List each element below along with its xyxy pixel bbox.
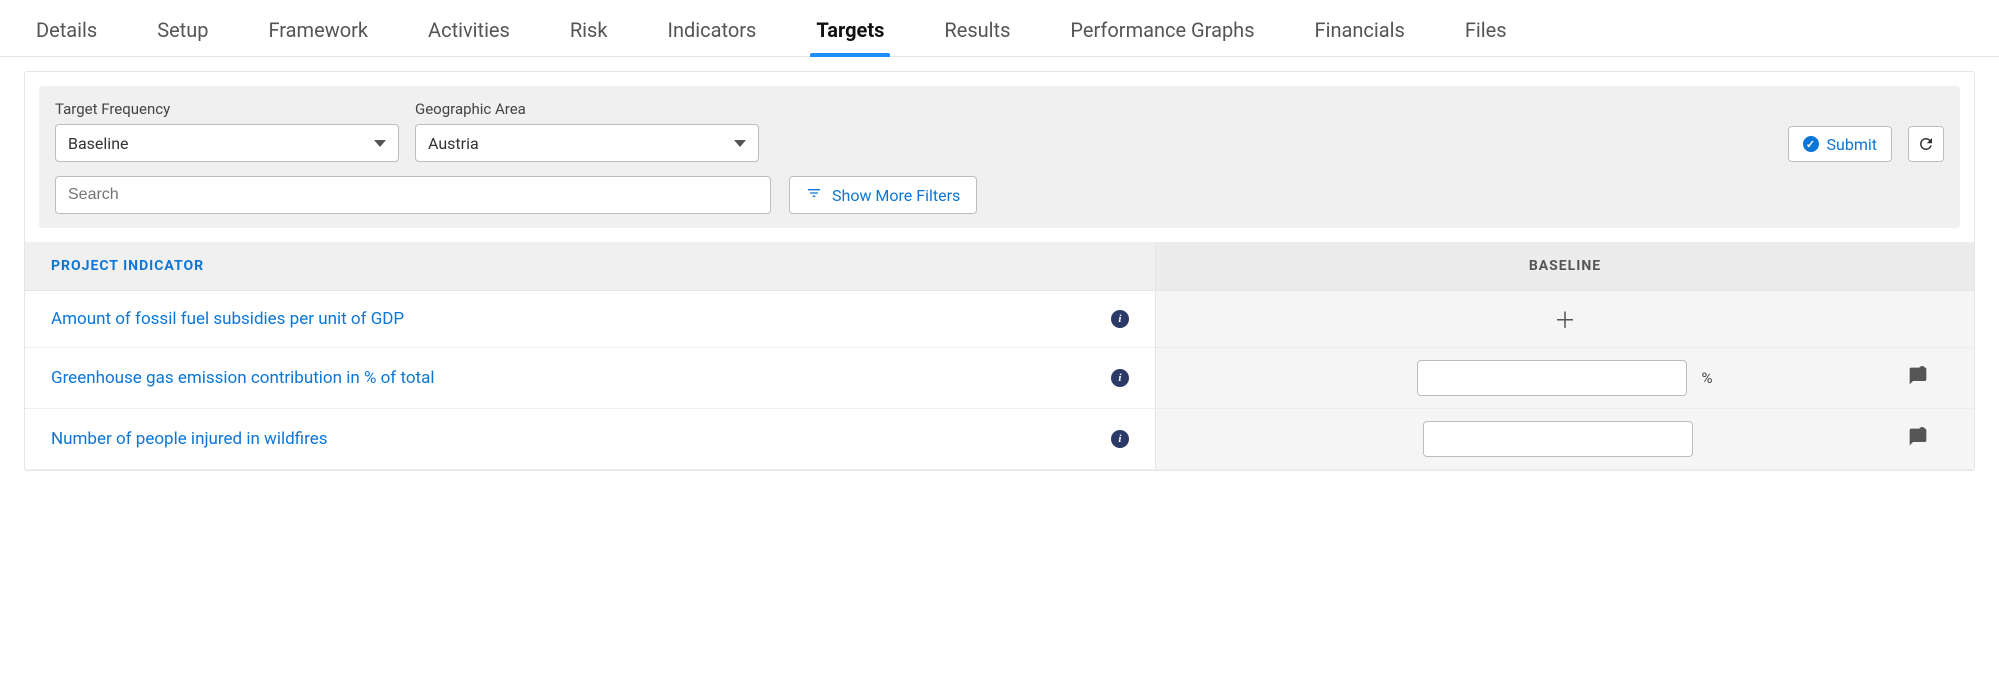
indicator-table: PROJECT INDICATOR BASELINE Amount of fos…	[25, 242, 1974, 470]
show-more-filters-label: Show More Filters	[832, 186, 960, 205]
geo-area-value: Austria	[428, 134, 479, 153]
search-input[interactable]	[55, 176, 771, 214]
show-more-filters-button[interactable]: Show More Filters	[789, 176, 977, 214]
tab-activities[interactable]: Activities	[422, 8, 516, 56]
tab-risk[interactable]: Risk	[564, 8, 614, 56]
refresh-button[interactable]	[1908, 126, 1944, 162]
column-header-indicator[interactable]: PROJECT INDICATOR	[25, 242, 1155, 291]
indicator-link[interactable]: Greenhouse gas emission contribution in …	[51, 368, 434, 388]
geo-area-select[interactable]: Austria	[415, 124, 759, 162]
tab-indicators[interactable]: Indicators	[662, 8, 763, 56]
baseline-value-input[interactable]	[1417, 360, 1687, 396]
table-row: Number of people injured in wildfires i	[25, 409, 1974, 470]
info-icon[interactable]: i	[1111, 369, 1129, 387]
tab-files[interactable]: Files	[1459, 8, 1513, 56]
info-icon[interactable]: i	[1111, 430, 1129, 448]
comment-icon[interactable]	[1908, 427, 1928, 451]
tab-performance-graphs[interactable]: Performance Graphs	[1064, 8, 1260, 56]
tab-framework[interactable]: Framework	[262, 8, 374, 56]
tab-targets[interactable]: Targets	[810, 8, 890, 56]
add-baseline-button[interactable]: ＋	[1554, 303, 1576, 335]
tab-financials[interactable]: Financials	[1309, 8, 1411, 56]
info-icon[interactable]: i	[1111, 310, 1129, 328]
submit-label: Submit	[1827, 135, 1877, 154]
comment-icon[interactable]	[1908, 366, 1928, 390]
target-frequency-label: Target Frequency	[55, 100, 399, 118]
column-header-baseline: BASELINE	[1155, 242, 1974, 291]
filter-icon	[806, 185, 822, 205]
refresh-icon	[1917, 135, 1935, 153]
check-circle-icon: ✓	[1803, 136, 1819, 152]
tab-details[interactable]: Details	[30, 8, 103, 56]
target-frequency-group: Target Frequency Baseline	[55, 100, 399, 162]
geo-area-label: Geographic Area	[415, 100, 759, 118]
baseline-value-input[interactable]	[1423, 421, 1693, 457]
table-row: Greenhouse gas emission contribution in …	[25, 348, 1974, 409]
targets-panel: Target Frequency Baseline Geographic Are…	[24, 71, 1975, 471]
geo-area-group: Geographic Area Austria	[415, 100, 759, 162]
submit-button[interactable]: ✓ Submit	[1788, 126, 1892, 162]
chevron-down-icon	[374, 140, 386, 147]
target-frequency-select[interactable]: Baseline	[55, 124, 399, 162]
target-frequency-value: Baseline	[68, 134, 129, 153]
table-row: Amount of fossil fuel subsidies per unit…	[25, 291, 1974, 348]
tab-setup[interactable]: Setup	[151, 8, 214, 56]
indicator-link[interactable]: Number of people injured in wildfires	[51, 429, 328, 449]
tab-bar: Details Setup Framework Activities Risk …	[0, 8, 1999, 57]
filter-box: Target Frequency Baseline Geographic Are…	[39, 86, 1960, 228]
chevron-down-icon	[734, 140, 746, 147]
tab-results[interactable]: Results	[938, 8, 1016, 56]
indicator-link[interactable]: Amount of fossil fuel subsidies per unit…	[51, 309, 404, 329]
unit-label: %	[1701, 369, 1712, 387]
